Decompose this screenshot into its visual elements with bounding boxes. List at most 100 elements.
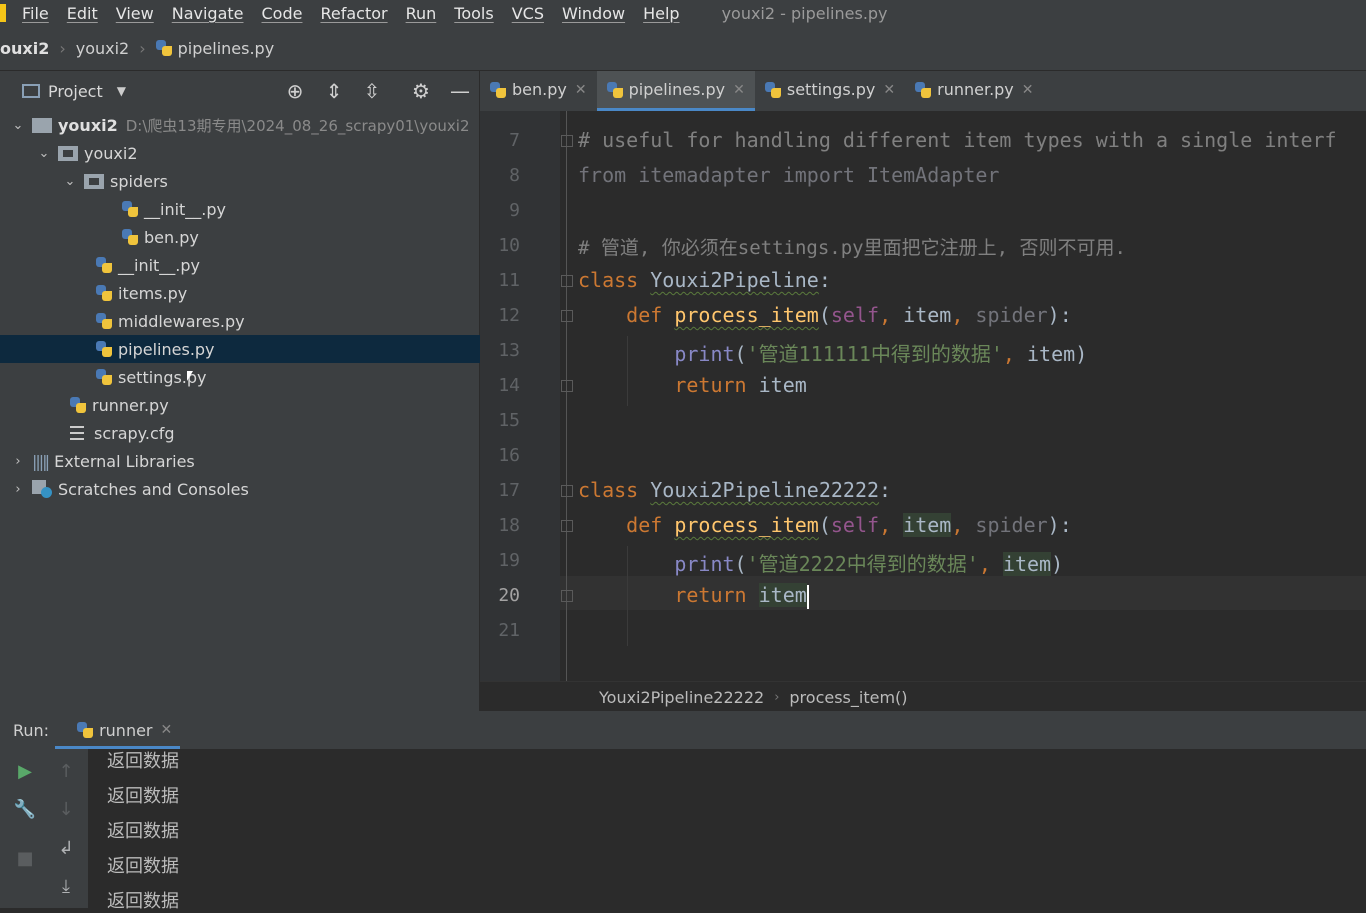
chevron-down-icon[interactable]: ⌄ <box>62 174 78 189</box>
tree-item-label: __init__.py <box>144 199 227 219</box>
tree-item-label: spiders <box>110 171 168 191</box>
tree-item-label: youxi2 <box>58 115 118 135</box>
navigation-bar: ouxi2 › youxi2 › pipelines.py <box>0 26 1366 71</box>
run-tool-window-header: Run: runner ✕ <box>0 711 1366 749</box>
tree-item-scrapy-cfg[interactable]: scrapy.cfg <box>0 419 547 447</box>
fold-marker-icon[interactable] <box>561 135 573 147</box>
tab-runner[interactable]: runner.py ✕ <box>905 71 1043 111</box>
gear-icon[interactable]: ⚙ <box>409 79 433 103</box>
chevron-down-icon[interactable]: ⌄ <box>10 118 26 133</box>
tree-item-youxi2-root[interactable]: ⌄ youxi2 D:\爬虫13期专用\2024_08_26_scrapy01\… <box>0 111 489 139</box>
close-icon[interactable]: ✕ <box>1022 82 1034 98</box>
line-number: 18 <box>498 515 520 536</box>
console-output-line: 返回数据 <box>107 786 179 807</box>
menu-window[interactable]: Window <box>562 4 625 23</box>
expand-all-icon[interactable]: ⇕ <box>322 79 346 103</box>
rerun-icon[interactable]: ▶ <box>13 760 37 784</box>
menu-file[interactable]: File <box>22 4 49 23</box>
project-panel: Project ▼ ⊕ ⇕ ⇳ ⚙ — ⌄ youxi2 D:\爬虫13期专用\… <box>0 71 575 711</box>
chevron-right-icon: › <box>139 38 146 58</box>
code-name: ItemAdapter <box>854 163 1000 187</box>
menu-refactor[interactable]: Refactor <box>320 4 387 23</box>
tree-item-runner[interactable]: runner.py <box>0 391 549 419</box>
tree-item-label: youxi2 <box>84 143 138 163</box>
code-param: item <box>1002 552 1052 576</box>
minimize-icon[interactable]: — <box>448 79 472 103</box>
close-icon[interactable]: ✕ <box>883 82 895 98</box>
line-number: 21 <box>498 620 520 641</box>
tree-item-youxi2-package[interactable]: ⌄ youxi2 <box>0 139 515 167</box>
nav-crumb-file[interactable]: pipelines.py <box>155 39 274 58</box>
close-icon[interactable]: ✕ <box>161 722 173 738</box>
menu-tools[interactable]: Tools <box>454 4 493 23</box>
menu-navigate[interactable]: Navigate <box>172 4 244 23</box>
tree-item-external-libraries[interactable]: › |||‖ External Libraries <box>0 447 489 475</box>
code-line-7: # useful for handling different item typ… <box>578 128 1337 152</box>
menu-help[interactable]: Help <box>643 4 679 23</box>
wrench-icon[interactable]: 🔧 <box>13 798 37 822</box>
menu-vcs[interactable]: VCS <box>512 4 544 23</box>
tree-item-spiders[interactable]: ⌄ spiders <box>0 167 541 195</box>
tab-pipelines[interactable]: pipelines.py ✕ <box>596 71 755 111</box>
run-label: Run: <box>13 720 50 740</box>
scroll-to-end-icon[interactable]: ⤓ <box>54 875 78 899</box>
menu-run[interactable]: Run <box>406 4 437 23</box>
fold-marker-icon[interactable] <box>561 520 573 532</box>
tab-ben[interactable]: ben.py ✕ <box>480 71 597 111</box>
python-file-icon <box>606 81 623 98</box>
folder-icon <box>32 117 52 133</box>
locate-icon[interactable]: ⊕ <box>283 79 307 103</box>
code-param: spider <box>975 513 1048 537</box>
chevron-right-icon: › <box>59 38 66 58</box>
menu-code[interactable]: Code <box>262 4 303 23</box>
project-view-selector[interactable]: Project <box>48 82 103 101</box>
code-keyword: class <box>578 268 639 292</box>
tree-item-label: __init__.py <box>118 255 201 275</box>
close-icon[interactable]: ✕ <box>575 82 587 98</box>
code-keyword: class <box>578 478 639 502</box>
nav-crumb-module[interactable]: youxi2 <box>76 39 130 58</box>
breadcrumb-class[interactable]: Youxi2Pipeline22222 <box>599 688 764 707</box>
soft-wrap-icon[interactable]: ↲ <box>54 837 78 861</box>
code-param: item <box>903 513 952 537</box>
chevron-down-icon[interactable]: ⌄ <box>36 146 52 161</box>
chevron-down-icon[interactable]: ▼ <box>117 84 126 98</box>
fold-marker-icon[interactable] <box>561 590 573 602</box>
fold-marker-icon[interactable] <box>561 485 573 497</box>
nav-crumb-project[interactable]: ouxi2 <box>0 39 49 58</box>
line-number: 13 <box>498 340 520 361</box>
code-class-name: Youxi2Pipeline <box>650 268 819 292</box>
menu-edit[interactable]: Edit <box>67 4 98 23</box>
stop-icon[interactable]: ■ <box>13 847 37 871</box>
code-param: item <box>758 373 807 397</box>
fold-marker-icon[interactable] <box>561 275 573 287</box>
line-number: 19 <box>498 550 520 571</box>
chevron-right-icon[interactable]: › <box>10 482 26 497</box>
menu-view[interactable]: View <box>116 4 154 23</box>
tab-label: ben.py <box>512 80 567 99</box>
arrow-down-icon[interactable]: ↓ <box>54 798 78 822</box>
run-toolbar: ▶ ↑ 🔧 ↓ ■ ↲ ⤓ <box>0 749 88 908</box>
code-line-12: def process_item(self, item, spider): <box>626 303 1072 327</box>
arrow-up-icon[interactable]: ↑ <box>54 760 78 784</box>
code-editor[interactable]: 7 8 9 10 11 12 13 14 15 16 17 18 19 20 2… <box>480 111 1366 681</box>
close-icon[interactable]: ✕ <box>733 82 745 98</box>
run-tab-label: runner <box>99 720 153 740</box>
code-keyword: def <box>626 303 663 327</box>
chevron-right-icon[interactable]: › <box>10 454 26 469</box>
code-line-17: class Youxi2Pipeline22222: <box>578 478 892 502</box>
code-keyword: return <box>674 373 747 397</box>
code-builtin: print <box>674 342 735 366</box>
code-keyword: def <box>626 513 663 537</box>
run-tab-runner[interactable]: runner ✕ <box>77 721 172 740</box>
fold-marker-icon[interactable] <box>561 310 573 322</box>
scratches-icon <box>32 480 52 498</box>
line-number: 7 <box>509 130 520 151</box>
breadcrumb-function[interactable]: process_item() <box>789 688 907 707</box>
tree-item-scratches[interactable]: › Scratches and Consoles <box>0 475 489 503</box>
tab-settings[interactable]: settings.py ✕ <box>755 71 905 111</box>
fold-marker-icon[interactable] <box>561 380 573 392</box>
code-class-name: Youxi2Pipeline22222 <box>650 478 880 502</box>
code-keyword: from <box>578 163 627 187</box>
collapse-all-icon[interactable]: ⇳ <box>360 79 384 103</box>
